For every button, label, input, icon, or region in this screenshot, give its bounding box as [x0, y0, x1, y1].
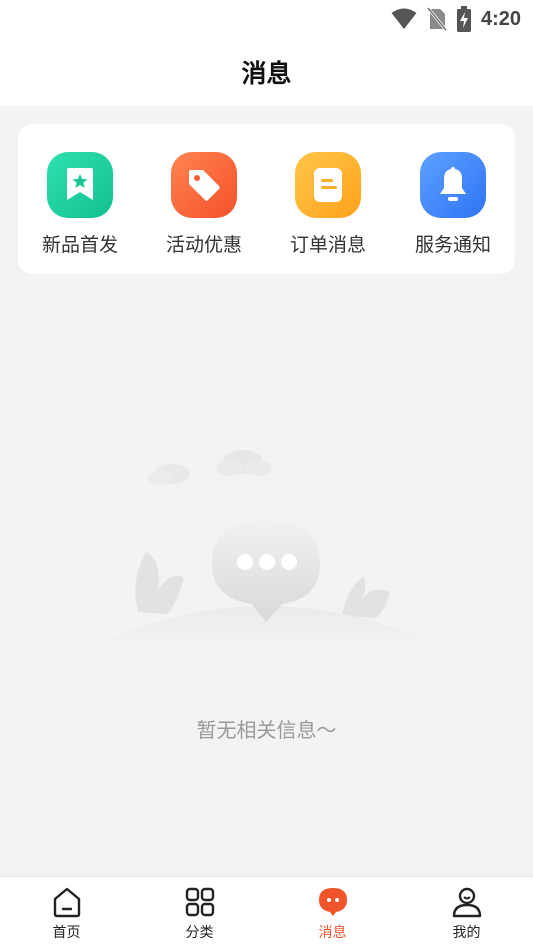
category-order-messages[interactable]: 订单消息 — [266, 124, 390, 274]
message-category-card: 新品首发 活动优惠 订单消息 服务通知 — [18, 124, 515, 274]
bookmark-star-icon — [47, 152, 113, 218]
tab-label: 分类 — [185, 925, 214, 941]
bottom-tabbar: 首页 分类 消息 我的 — [0, 876, 533, 948]
tab-home[interactable]: 首页 — [0, 877, 133, 948]
profile-icon — [452, 887, 481, 918]
status-time: 4:20 — [480, 7, 521, 30]
category-label: 活动优惠 — [165, 234, 242, 256]
tab-messages[interactable]: 消息 — [266, 877, 399, 948]
tab-category[interactable]: 分类 — [133, 877, 266, 948]
tab-label: 我的 — [452, 925, 481, 941]
wifi-icon — [391, 8, 417, 29]
tab-label: 消息 — [318, 925, 347, 941]
empty-message-illustration — [80, 450, 452, 652]
status-icons: 4:20 — [391, 6, 521, 32]
tab-label: 首页 — [52, 925, 81, 941]
battery-charging-icon — [456, 6, 471, 32]
home-icon — [53, 887, 80, 918]
empty-state-text: 暂无相关信息～ — [196, 718, 337, 742]
category-label: 服务通知 — [414, 234, 491, 256]
category-label: 订单消息 — [289, 234, 366, 256]
page-title: 消息 — [241, 59, 292, 88]
tag-icon — [171, 152, 237, 218]
category-promotions[interactable]: 活动优惠 — [142, 124, 266, 274]
category-label: 新品首发 — [41, 234, 118, 256]
tab-profile[interactable]: 我的 — [400, 877, 533, 948]
document-icon — [295, 152, 361, 218]
category-service-notices[interactable]: 服务通知 — [391, 124, 515, 274]
status-bar: 4:20 — [0, 0, 533, 38]
grid-icon — [185, 887, 214, 917]
no-sim-icon — [426, 7, 447, 31]
page-header: 消息 — [0, 38, 533, 106]
category-new-products[interactable]: 新品首发 — [18, 124, 142, 274]
message-icon — [318, 888, 347, 916]
bell-icon — [420, 152, 486, 218]
